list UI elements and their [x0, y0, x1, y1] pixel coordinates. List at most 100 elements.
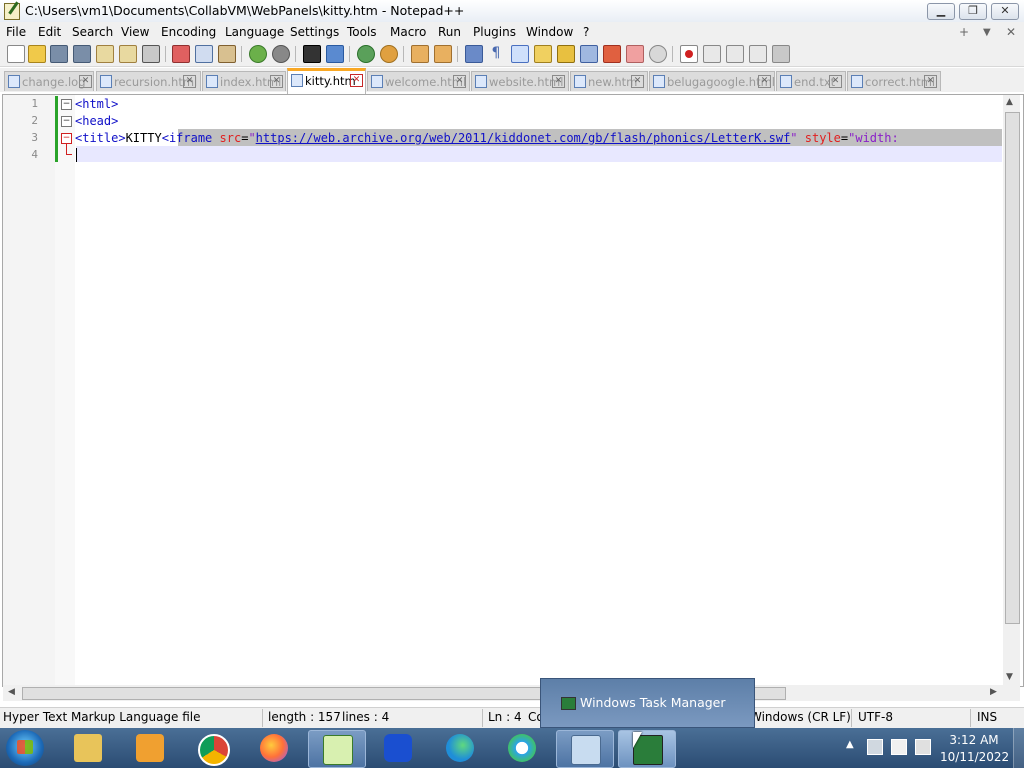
- copy-icon[interactable]: [195, 45, 213, 63]
- close-all-icon[interactable]: [119, 45, 137, 63]
- close-button[interactable]: ✕: [991, 3, 1019, 20]
- scroll-up-icon[interactable]: ▲: [1006, 97, 1013, 107]
- user-language-icon[interactable]: [534, 45, 552, 63]
- taskbar-edge-beta[interactable]: [494, 730, 550, 766]
- run-macro-multiple-icon[interactable]: [749, 45, 767, 63]
- document-list-icon[interactable]: [580, 45, 598, 63]
- replace-icon[interactable]: [326, 45, 344, 63]
- taskbar-task-manager[interactable]: [618, 730, 676, 768]
- undo-icon[interactable]: [249, 45, 267, 63]
- indent-guide-icon[interactable]: [511, 45, 529, 63]
- record-macro-icon[interactable]: [680, 45, 698, 63]
- tab-correct-html[interactable]: correct.html ✕: [847, 71, 941, 91]
- taskbar-firefox[interactable]: [246, 730, 302, 766]
- menu-macro[interactable]: Macro: [390, 25, 426, 39]
- tab-change-log[interactable]: change.log ✕: [4, 71, 94, 91]
- tab-end-txt[interactable]: end.txt ✕: [776, 71, 846, 91]
- popup-window-title[interactable]: Windows Task Manager: [580, 695, 726, 710]
- clock-date[interactable]: 10/11/2022: [940, 750, 1009, 764]
- taskbar-file-explorer[interactable]: [60, 730, 116, 766]
- volume-icon[interactable]: [915, 739, 931, 755]
- tab-new-htm[interactable]: new.htm ✕: [570, 71, 648, 91]
- minimize-button[interactable]: ▁: [927, 3, 955, 20]
- tab-close-icon[interactable]: ✕: [350, 74, 363, 87]
- fold-toggle-icon[interactable]: −: [61, 99, 72, 110]
- tab-website-html[interactable]: website.html ✕: [471, 71, 569, 91]
- menu-help[interactable]: ?: [583, 25, 589, 39]
- menu-settings[interactable]: Settings: [290, 25, 339, 39]
- paste-icon[interactable]: [218, 45, 236, 63]
- redo-icon[interactable]: [272, 45, 290, 63]
- menu-run[interactable]: Run: [438, 25, 461, 39]
- show-desktop-button[interactable]: [1013, 728, 1024, 768]
- print-icon[interactable]: [142, 45, 160, 63]
- sync-horizontal-icon[interactable]: [434, 45, 452, 63]
- menu-language[interactable]: Language: [225, 25, 284, 39]
- close-document-button[interactable]: ✕: [1006, 25, 1016, 39]
- taskbar-malwarebytes[interactable]: [370, 730, 426, 766]
- clock-time[interactable]: 3:12 AM: [940, 733, 1008, 747]
- status-insert-mode[interactable]: INS: [977, 710, 997, 724]
- document-map-icon[interactable]: [557, 45, 575, 63]
- show-hidden-icons-button[interactable]: ▲: [846, 739, 854, 750]
- code-line-2[interactable]: <head>: [75, 113, 118, 129]
- sync-vertical-icon[interactable]: [411, 45, 429, 63]
- menu-search[interactable]: Search: [72, 25, 113, 39]
- editor-area[interactable]: [2, 94, 1024, 687]
- menu-file[interactable]: File: [6, 25, 26, 39]
- monitoring-icon[interactable]: [649, 45, 667, 63]
- function-list-icon[interactable]: [603, 45, 621, 63]
- taskbar-chrome[interactable]: [184, 730, 240, 766]
- tab-recursion-html[interactable]: recursion.html ✕: [96, 71, 201, 91]
- zoom-in-icon[interactable]: [357, 45, 375, 63]
- save-macro-icon[interactable]: [772, 45, 790, 63]
- scroll-down-icon[interactable]: ▼: [1006, 672, 1013, 682]
- cut-icon[interactable]: [172, 45, 190, 63]
- show-all-characters-icon[interactable]: ¶: [488, 45, 504, 61]
- taskbar-control-panel[interactable]: [556, 730, 614, 768]
- restore-button[interactable]: ❐: [959, 3, 987, 20]
- open-file-icon[interactable]: [28, 45, 46, 63]
- scroll-left-icon[interactable]: ◀: [8, 687, 15, 697]
- tab-list-dropdown-button[interactable]: ▼: [983, 27, 991, 38]
- scroll-right-icon[interactable]: ▶: [990, 687, 997, 697]
- tab-close-icon[interactable]: ✕: [758, 75, 771, 88]
- tab-close-icon[interactable]: ✕: [631, 75, 644, 88]
- stop-macro-icon[interactable]: [703, 45, 721, 63]
- tab-close-icon[interactable]: ✕: [924, 75, 937, 88]
- src-url[interactable]: https://web.archive.org/web/2011/kiddone…: [256, 131, 791, 145]
- menu-window[interactable]: Window: [526, 25, 573, 39]
- tab-close-icon[interactable]: ✕: [829, 75, 842, 88]
- menu-edit[interactable]: Edit: [38, 25, 61, 39]
- tab-belugagoogle-html[interactable]: belugagoogle.html ✕: [649, 71, 775, 91]
- status-eol[interactable]: Windows (CR LF): [750, 710, 851, 724]
- tab-close-icon[interactable]: ✕: [453, 75, 466, 88]
- menu-view[interactable]: View: [121, 25, 149, 39]
- zoom-out-icon[interactable]: [380, 45, 398, 63]
- new-tab-plus-button[interactable]: +: [959, 25, 969, 39]
- network-icon[interactable]: [867, 739, 883, 755]
- folder-as-workspace-icon[interactable]: [626, 45, 644, 63]
- new-file-icon[interactable]: [7, 45, 25, 63]
- tab-welcome-html[interactable]: welcome.html ✕: [367, 71, 470, 91]
- menu-encoding[interactable]: Encoding: [161, 25, 216, 39]
- taskbar-edge[interactable]: [432, 730, 488, 766]
- tab-close-icon[interactable]: ✕: [270, 75, 283, 88]
- close-file-icon[interactable]: [96, 45, 114, 63]
- status-encoding[interactable]: UTF-8: [858, 710, 893, 724]
- tab-close-icon[interactable]: ✕: [79, 75, 92, 88]
- code-line-1[interactable]: <html>: [75, 96, 118, 112]
- action-center-flag-icon[interactable]: [891, 739, 907, 755]
- save-icon[interactable]: [50, 45, 68, 63]
- taskbar-media-player[interactable]: [122, 730, 178, 766]
- save-all-icon[interactable]: [73, 45, 91, 63]
- find-icon[interactable]: [303, 45, 321, 63]
- tab-close-icon[interactable]: ✕: [183, 75, 196, 88]
- menu-plugins[interactable]: Plugins: [473, 25, 516, 39]
- menu-tools[interactable]: Tools: [347, 25, 377, 39]
- play-macro-icon[interactable]: [726, 45, 744, 63]
- tab-index-html[interactable]: index.html ✕: [202, 71, 286, 91]
- word-wrap-icon[interactable]: [465, 45, 483, 63]
- tab-kitty-htm[interactable]: kitty.htm ✕: [287, 68, 366, 94]
- fold-toggle-icon[interactable]: −: [61, 116, 72, 127]
